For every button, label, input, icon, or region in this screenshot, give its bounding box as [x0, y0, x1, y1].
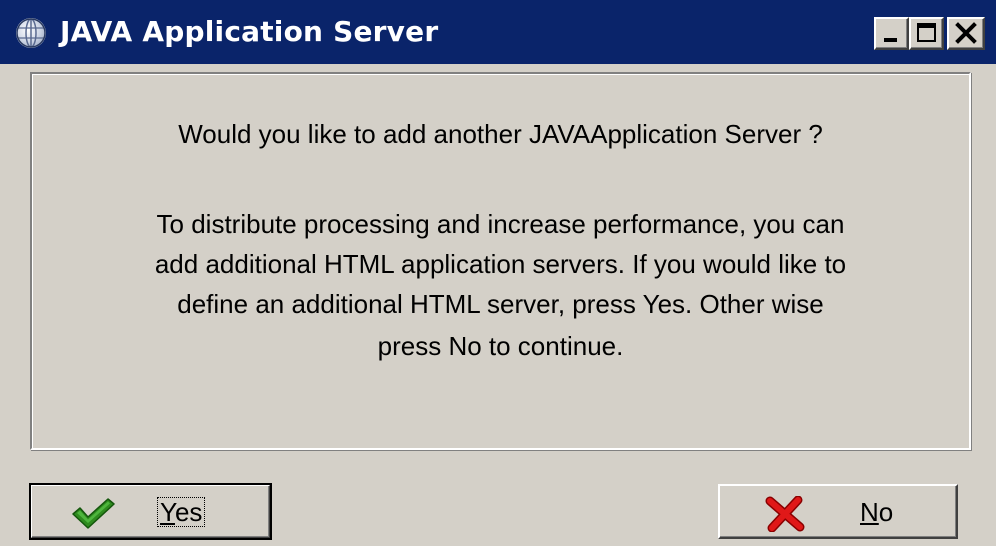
title-bar[interactable]: JAVA Application Server	[0, 0, 996, 64]
close-button[interactable]	[947, 17, 985, 50]
no-button[interactable]: No	[718, 484, 958, 539]
maximize-button[interactable]	[909, 17, 944, 50]
body-line: press No to continue.	[377, 331, 624, 361]
yes-button-label: Yes	[156, 497, 206, 527]
dialog-window: JAVA Application Server Would you like t…	[0, 0, 996, 546]
globe-icon	[16, 18, 46, 48]
red-x-icon	[765, 495, 805, 537]
question-text: Would you like to add another JAVAApplic…	[178, 119, 823, 149]
message-panel: Would you like to add another JAVAApplic…	[30, 72, 971, 450]
yes-button[interactable]: Yes	[29, 483, 272, 540]
no-button-label: No	[860, 497, 894, 527]
maximize-icon	[917, 23, 936, 42]
body-line: add additional HTML application servers.…	[154, 249, 847, 279]
body-line: define an additional HTML server, press …	[177, 289, 824, 319]
checkmark-icon	[70, 496, 116, 535]
close-icon	[955, 22, 977, 44]
body-line: To distribute processing and increase pe…	[156, 209, 845, 239]
minimize-button[interactable]	[874, 17, 909, 50]
minimize-icon	[884, 38, 897, 42]
window-title: JAVA Application Server	[60, 15, 439, 48]
